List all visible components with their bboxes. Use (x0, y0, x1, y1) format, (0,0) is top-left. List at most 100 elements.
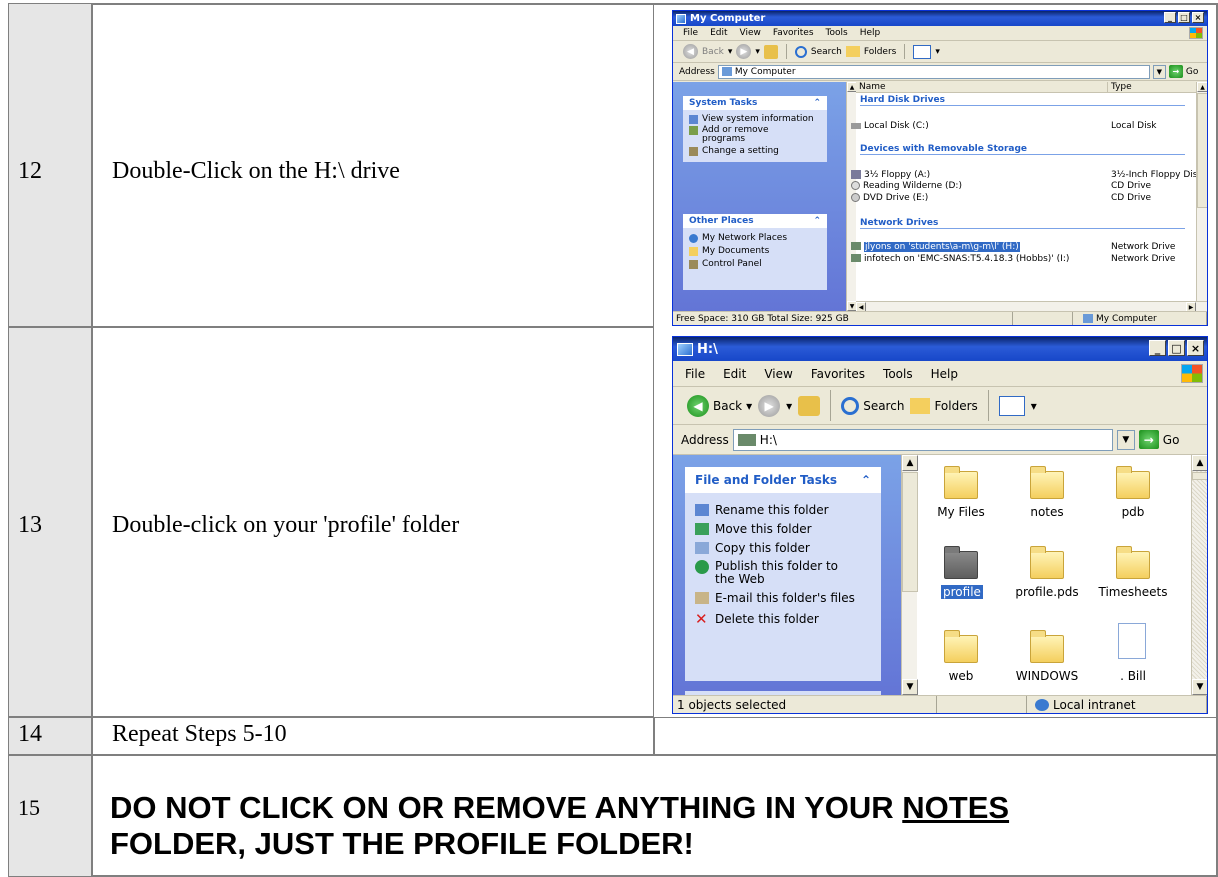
folder-label[interactable]: pdb (1088, 505, 1178, 519)
list-item[interactable]: Local Disk (C:) (851, 121, 929, 131)
place-control-panel[interactable]: Control Panel (683, 256, 827, 269)
menu-edit[interactable]: Edit (723, 367, 746, 381)
profile-folder-icon[interactable] (944, 546, 978, 579)
collapse-icon[interactable]: ⌃ (813, 216, 821, 226)
go-label[interactable]: Go (1186, 67, 1198, 77)
task-move-folder[interactable]: Move this folder (685, 517, 881, 536)
folder-icon[interactable] (1030, 546, 1064, 579)
menu-view[interactable]: View (740, 28, 761, 38)
scroll-up-button[interactable]: ▲ (902, 455, 918, 471)
horizontal-scrollbar[interactable]: ◀ ▶ (856, 301, 1207, 312)
folder-icon[interactable] (944, 630, 978, 663)
task-publish-folder[interactable]: Publish this folder to the Web (685, 555, 881, 586)
menu-file[interactable]: File (683, 28, 698, 38)
folder-icon[interactable] (1116, 546, 1150, 579)
collapse-icon[interactable]: ⌃ (813, 98, 821, 108)
list-scrollbar[interactable]: ▲ (1196, 82, 1207, 301)
menu-edit[interactable]: Edit (710, 28, 727, 38)
back-button[interactable]: ◀ Back ▾ (683, 44, 732, 59)
title-bar[interactable]: H:\ _ □ × (673, 337, 1207, 361)
views-icon[interactable] (913, 44, 932, 59)
scroll-thumb[interactable] (902, 472, 918, 592)
folder-icon[interactable] (944, 466, 978, 499)
column-name[interactable]: Name (856, 82, 1108, 92)
system-tasks-header[interactable]: System Tasks ⌃ (683, 96, 827, 110)
toolbar: ◀ Back ▾ ▶ ▾ Search Folders ▾ (673, 387, 1207, 425)
task-rename-folder[interactable]: Rename this folder (685, 493, 881, 517)
task-pane-scrollbar[interactable]: ▲ ▼ (901, 455, 918, 695)
task-delete-folder[interactable]: ✕ Delete this folder (685, 605, 881, 628)
menu-file[interactable]: File (685, 367, 705, 381)
menu-favorites[interactable]: Favorites (811, 367, 865, 381)
folder-icon[interactable] (1030, 466, 1064, 499)
move-icon (695, 523, 709, 535)
close-button[interactable]: × (1187, 340, 1204, 356)
place-my-network-places[interactable]: My Network Places (683, 228, 827, 243)
task-add-remove-programs[interactable]: Add or remove programs (683, 124, 827, 144)
folder-label[interactable]: My Files (916, 505, 1006, 519)
menu-tools[interactable]: Tools (826, 28, 848, 38)
folder-icon[interactable] (1116, 466, 1150, 499)
views-icon[interactable] (998, 395, 1025, 416)
maximize-button[interactable]: □ (1178, 12, 1190, 23)
close-button[interactable]: × (1192, 12, 1204, 23)
address-dropdown-button[interactable]: ▼ (1116, 429, 1135, 450)
menu-tools[interactable]: Tools (883, 367, 913, 381)
menu-view[interactable]: View (764, 367, 792, 381)
maximize-button[interactable]: □ (1168, 340, 1185, 356)
go-arrow-icon[interactable]: → (1168, 65, 1183, 78)
list-item[interactable]: Reading Wilderne (D:) (851, 181, 962, 191)
list-item[interactable]: infotech on 'EMC-SNAS:T5.4.18.3 (Hobbs)'… (851, 254, 1069, 264)
minimize-button[interactable]: _ (1164, 12, 1176, 23)
collapse-icon[interactable]: ⌃ (861, 473, 871, 487)
go-arrow-icon[interactable]: → (1138, 430, 1159, 449)
menu-favorites[interactable]: Favorites (773, 28, 814, 38)
go-label[interactable]: Go (1163, 433, 1180, 447)
title-bar[interactable]: My Computer _ □ × (673, 11, 1207, 26)
folder-label[interactable]: profile.pds (1002, 585, 1092, 599)
scroll-down-button[interactable]: ▼ (1192, 679, 1207, 695)
back-button[interactable]: ◀ Back ▾ (687, 394, 752, 417)
folder-label[interactable]: Timesheets (1088, 585, 1178, 599)
menu-help[interactable]: Help (860, 28, 881, 38)
task-copy-folder[interactable]: Copy this folder (685, 536, 881, 555)
files-scrollbar[interactable]: ▲ ▼ (1191, 455, 1207, 695)
task-view-system-info[interactable]: View system information (683, 110, 827, 124)
scroll-thumb[interactable] (1197, 93, 1207, 208)
task-change-setting[interactable]: Change a setting (683, 144, 827, 156)
up-folder-icon[interactable] (763, 44, 778, 59)
scroll-thumb[interactable] (1192, 472, 1207, 480)
address-input[interactable]: My Computer (717, 64, 1150, 79)
address-input[interactable]: H:\ (732, 428, 1113, 451)
folders-button[interactable]: Folders (845, 46, 896, 57)
place-my-documents[interactable]: My Documents (683, 243, 827, 256)
list-item-selected[interactable]: jlyons on 'students\a-m\g-m\l' (H:) (851, 242, 1020, 252)
search-button[interactable]: Search (794, 45, 842, 58)
forward-arrow-icon[interactable]: ▶ (758, 394, 781, 417)
forward-arrow-icon[interactable]: ▶ (736, 44, 752, 59)
file-label[interactable]: . Bill (1088, 669, 1178, 683)
other-places-header[interactable]: Other Places ⌃ (683, 214, 827, 228)
column-type[interactable]: Type (1108, 82, 1132, 92)
menu-help[interactable]: Help (931, 367, 958, 381)
profile-folder-label[interactable]: profile (941, 585, 983, 599)
add-remove-icon (689, 126, 698, 135)
list-item[interactable]: DVD Drive (E:) (851, 193, 928, 203)
file-folder-tasks-header[interactable]: File and Folder Tasks ⌃ (685, 467, 881, 493)
document-icon[interactable] (1118, 623, 1146, 659)
folder-label[interactable]: notes (1002, 505, 1092, 519)
address-dropdown-button[interactable]: ▼ (1152, 64, 1166, 79)
back-label: Back (713, 398, 743, 413)
scroll-up-button[interactable]: ▲ (1197, 82, 1207, 92)
list-item-type: Network Drive (1111, 254, 1176, 264)
minimize-button[interactable]: _ (1149, 340, 1166, 356)
folders-button[interactable]: Folders (910, 397, 978, 414)
scroll-up-button[interactable]: ▲ (1192, 455, 1207, 471)
up-folder-icon[interactable] (798, 395, 821, 416)
folder-label[interactable]: WINDOWS (1002, 669, 1092, 683)
folder-label[interactable]: web (916, 669, 1006, 683)
search-button[interactable]: Search (841, 396, 904, 415)
list-item[interactable]: 3½ Floppy (A:) (851, 170, 930, 180)
folder-icon[interactable] (1030, 630, 1064, 663)
task-email-files[interactable]: E-mail this folder's files (685, 586, 881, 605)
